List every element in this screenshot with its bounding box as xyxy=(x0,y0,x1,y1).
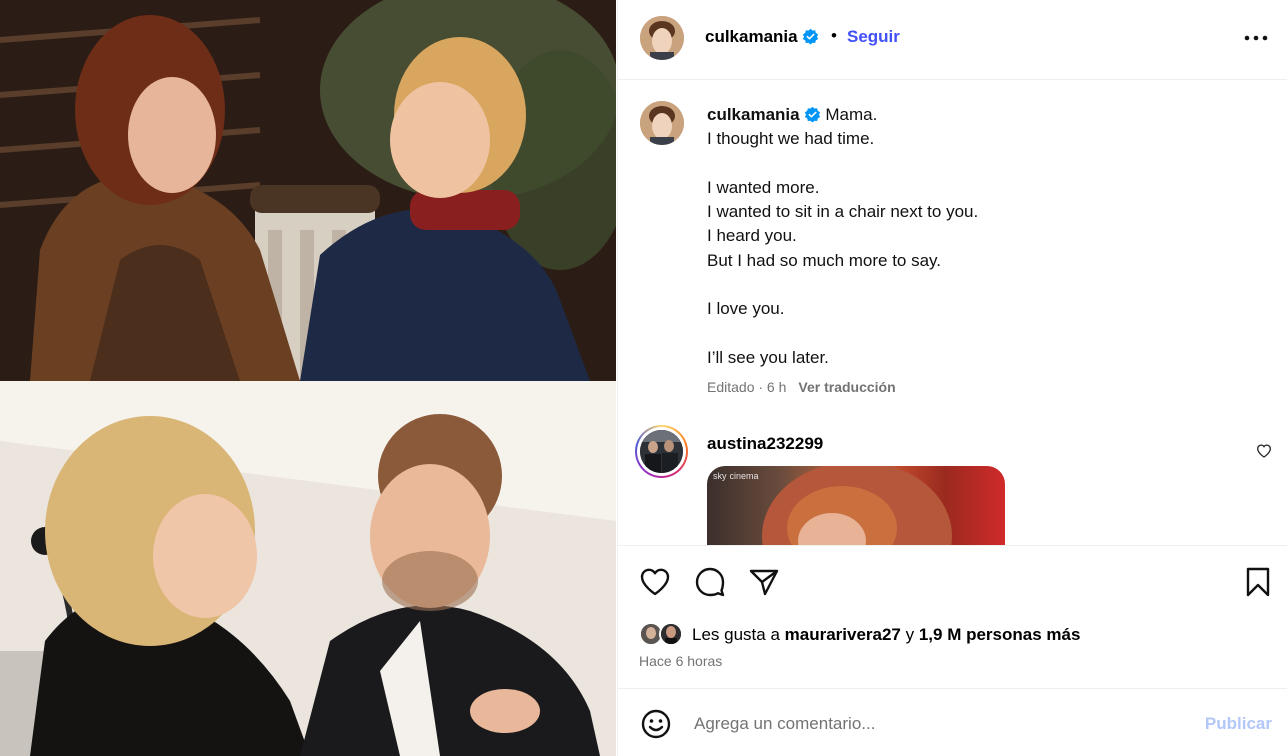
post-side-panel: culkamania • Seguir culkamania Mama. I t… xyxy=(617,0,1287,756)
caption-line: But I had so much more to say. xyxy=(707,250,942,270)
likes-count-link[interactable]: 1,9 M personas más xyxy=(919,625,1081,644)
post-photo-bottom xyxy=(0,381,616,756)
commenter-avatar-image xyxy=(640,430,683,473)
comment-gif[interactable]: sky cinema xyxy=(707,466,1005,545)
verified-badge-icon xyxy=(802,28,818,45)
post-caption: culkamania Mama. I thought we had time. … xyxy=(707,103,1267,370)
likes-prefix: Les gusta a xyxy=(692,625,785,644)
caption-author-avatar[interactable] xyxy=(640,101,684,145)
caption-line xyxy=(707,152,1267,176)
caption-line: culkamania Mama. xyxy=(707,103,1267,127)
comment-input[interactable] xyxy=(694,709,1184,739)
post-photo-top xyxy=(0,0,616,381)
bookmark-icon[interactable] xyxy=(1242,566,1274,598)
caption-line xyxy=(707,322,1267,346)
comment-like-heart-icon[interactable] xyxy=(1256,443,1272,459)
commenter-avatar[interactable] xyxy=(635,425,688,478)
comment-icon[interactable] xyxy=(694,566,726,598)
likes-summary: Les gusta a maurarivera27 y 1,9 M person… xyxy=(639,622,1279,646)
commenter-avatar-inner xyxy=(637,427,686,476)
caption-line: I wanted more. xyxy=(707,177,820,197)
gif-badge-brand: sky xyxy=(713,471,727,481)
post-photo-panel[interactable] xyxy=(0,0,616,756)
liker-avatar[interactable] xyxy=(659,622,683,646)
publish-button[interactable]: Publicar xyxy=(1205,714,1272,734)
likes-connector: y xyxy=(900,625,919,644)
caption-meta: Editado · 6 h Ver traducción xyxy=(707,379,896,395)
post-timestamp: Hace 6 horas xyxy=(639,653,723,669)
share-icon[interactable] xyxy=(748,566,780,598)
caption-line: I love you. xyxy=(707,299,785,319)
caption-line xyxy=(707,273,1267,297)
post-actions-area: Les gusta a maurarivera27 y 1,9 M person… xyxy=(618,545,1287,688)
header-separator: • xyxy=(831,26,837,45)
caption-username[interactable]: culkamania xyxy=(707,105,800,124)
caption-line: I heard you. xyxy=(707,226,797,246)
caption-line: I wanted to sit in a chair next to you. xyxy=(707,202,979,222)
follow-button[interactable]: Seguir xyxy=(847,27,900,47)
author-avatar[interactable] xyxy=(640,16,684,60)
post-header: culkamania • Seguir xyxy=(618,0,1287,80)
liker-username[interactable]: maurarivera27 xyxy=(785,625,901,644)
caption-line: I’ll see you later. xyxy=(707,347,829,367)
emoji-icon[interactable] xyxy=(640,708,672,740)
verified-badge-icon xyxy=(804,106,820,123)
caption-line: I thought we had time. xyxy=(707,129,875,149)
liker-avatars xyxy=(639,622,689,646)
author-username[interactable]: culkamania xyxy=(705,27,819,47)
heart-icon[interactable] xyxy=(639,566,671,598)
author-username-text[interactable]: culkamania xyxy=(705,27,798,46)
likes-text: Les gusta a maurarivera27 y 1,9 M person… xyxy=(692,625,1080,645)
caption-edited-time: Editado · 6 h xyxy=(707,379,787,395)
see-translation-button[interactable]: Ver traducción xyxy=(798,379,895,395)
gif-badge-channel: cinema xyxy=(729,471,759,481)
more-horizontal-icon[interactable] xyxy=(1242,26,1270,50)
caption-text: Mama. xyxy=(825,105,878,124)
gif-channel-badge: sky cinema xyxy=(713,471,759,481)
comments-list[interactable]: culkamania Mama. I thought we had time. … xyxy=(618,81,1287,545)
commenter-username[interactable]: austina232299 xyxy=(707,434,823,454)
add-comment-bar: Publicar xyxy=(618,688,1287,756)
